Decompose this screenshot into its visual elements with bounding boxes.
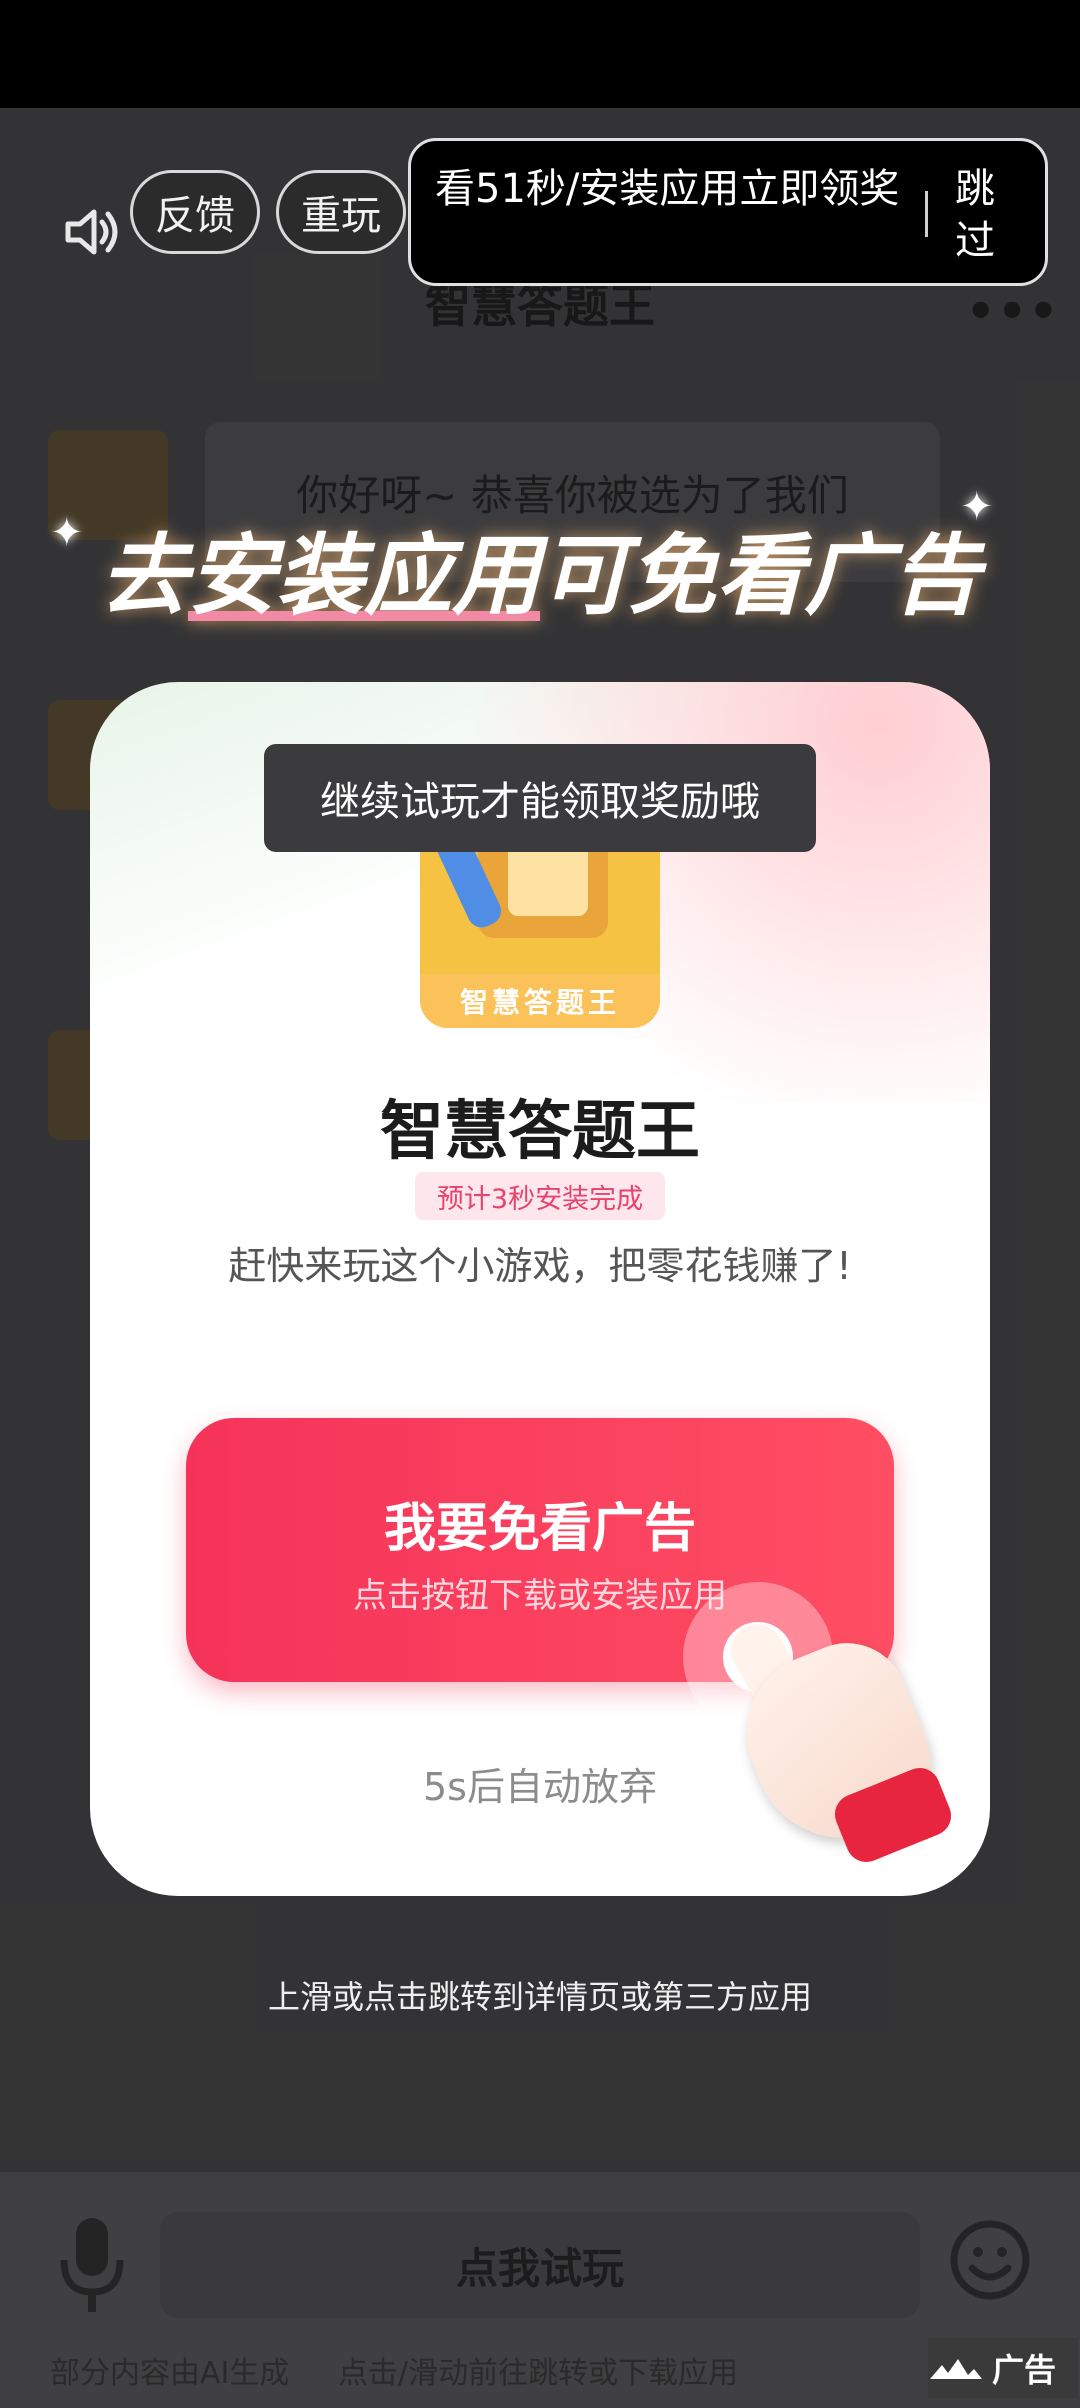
promo-headline: 去安装应用可免看广告 — [0, 505, 1080, 632]
reward-countdown-box: 看51秒/安装应用立即领奖 跳过 — [408, 138, 1048, 286]
ad-network-icon — [930, 2359, 982, 2379]
ad-label-text: 广告 — [992, 2351, 1057, 2389]
reward-text: 看51秒/安装应用立即领奖 — [435, 166, 900, 212]
sparkle-icon: ✦ — [960, 484, 994, 530]
toast-message: 继续试玩才能领取奖励哦 — [264, 744, 816, 852]
ai-generated-note: 部分内容由AI生成 — [50, 2356, 290, 2391]
cta-title: 我要免看广告 — [383, 1499, 696, 1559]
speaker-icon — [65, 209, 118, 255]
install-time-badge: 预计3秒安装完成 — [415, 1172, 665, 1220]
replay-button[interactable]: 重玩 — [276, 170, 406, 254]
swipe-hint: 上滑或点击跳转到详情页或第三方应用 — [267, 1978, 812, 2016]
headline-part2: 可免看广告 — [540, 524, 981, 627]
skip-button[interactable]: 跳过 — [945, 163, 1005, 267]
auto-abandon-countdown: 5s后自动放弃 — [423, 1765, 657, 1809]
emoji-icon[interactable] — [948, 2218, 1032, 2302]
try-play-button[interactable]: 点我试玩 — [160, 2212, 920, 2318]
feedback-button[interactable]: 反馈 — [130, 170, 260, 254]
app-name: 智慧答题王 — [380, 1095, 700, 1169]
app-description: 赶快来玩这个小游戏，把零花钱赚了! — [228, 1244, 852, 1288]
headline-part1: 去 — [99, 524, 188, 627]
sparkle-icon: ✦ — [50, 510, 84, 556]
jump-download-note: 点击/滑动前往跳转或下载应用 — [338, 2356, 739, 2391]
divider — [925, 191, 928, 237]
ad-label: 广告 — [928, 2338, 1078, 2398]
status-bar — [0, 0, 1080, 108]
headline-highlight: 安装应用 — [187, 524, 540, 627]
app-icon-label: 智慧答题王 — [420, 974, 660, 1028]
microphone-icon[interactable] — [52, 2212, 132, 2322]
